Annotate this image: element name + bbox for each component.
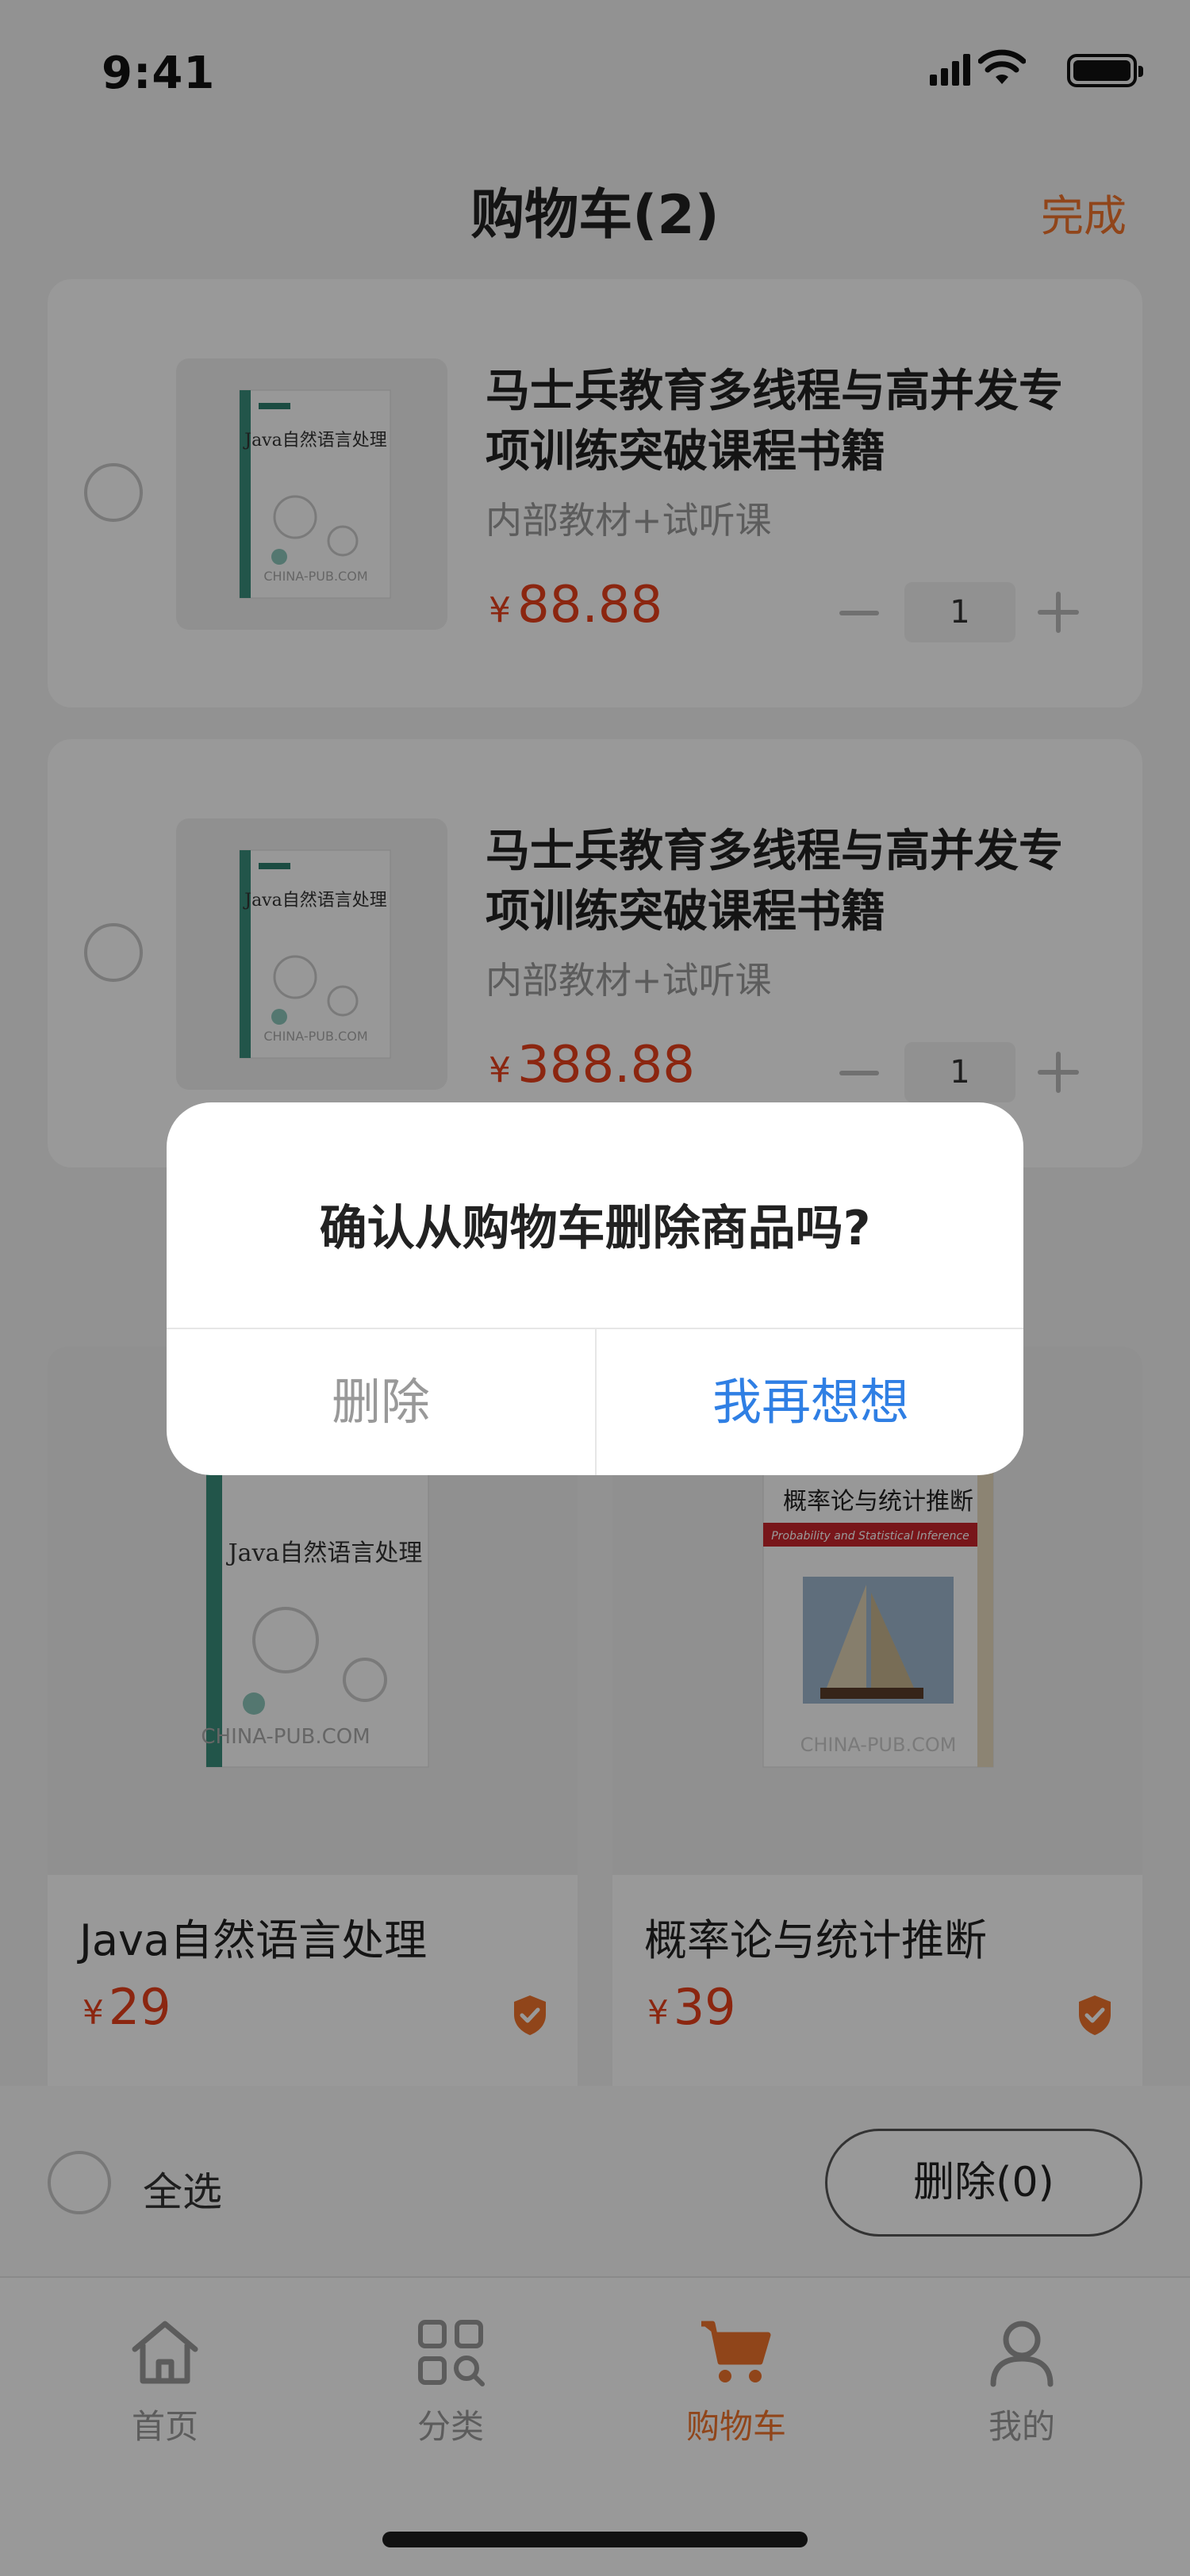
confirm-dialog: 确认从购物车删除商品吗? 删除 我再想想 <box>167 1102 1023 1475</box>
dialog-message: 确认从购物车删除商品吗? <box>319 1201 871 1256</box>
home-indicator[interactable] <box>382 2532 808 2547</box>
dialog-reconsider-button[interactable]: 我再想想 <box>597 1329 1023 1475</box>
dialog-delete-button[interactable]: 删除 <box>167 1329 595 1475</box>
